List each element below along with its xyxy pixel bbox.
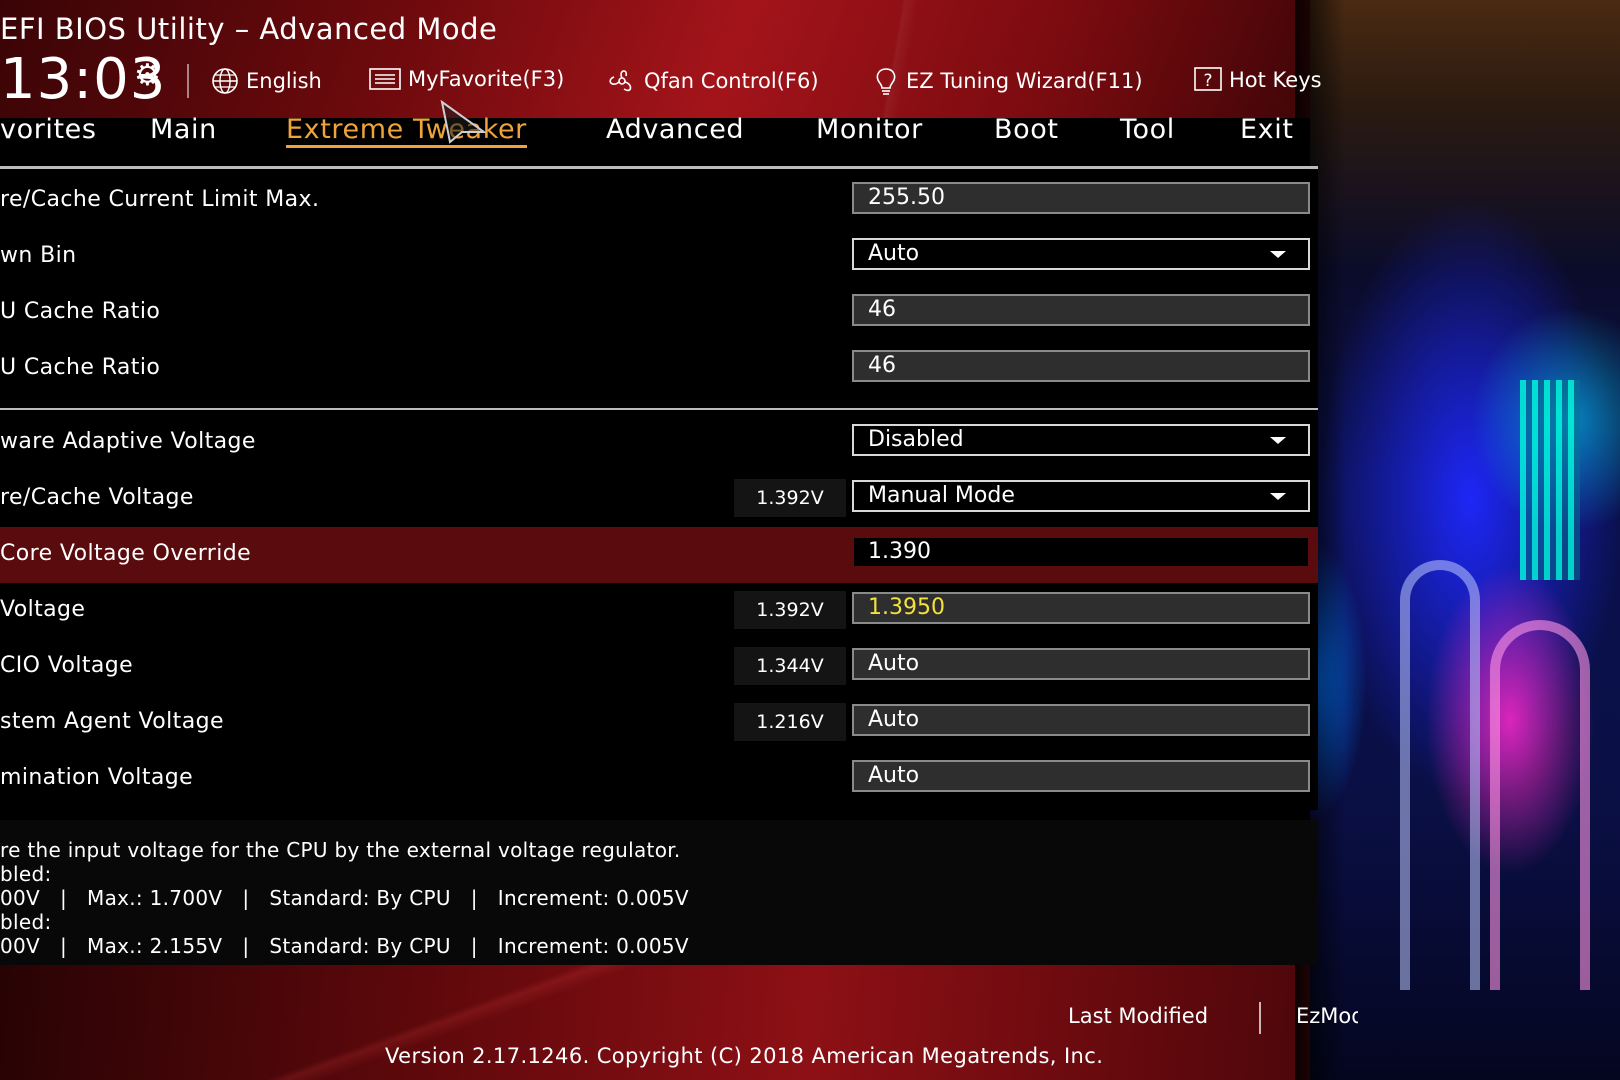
setting-row[interactable]: Voltage 1.392V 1.3950 bbox=[0, 583, 1318, 639]
footer-divider bbox=[1259, 1002, 1261, 1034]
lightbulb-icon bbox=[876, 68, 896, 95]
coolant-tube bbox=[1400, 560, 1480, 990]
setting-row[interactable]: U Cache Ratio 46 bbox=[0, 341, 1318, 397]
qfan-control-button[interactable]: Qfan Control(F6) bbox=[606, 66, 819, 96]
tab-main[interactable]: Main bbox=[150, 114, 217, 145]
setting-row[interactable]: CIO Voltage 1.344V Auto bbox=[0, 639, 1318, 695]
setting-value-field[interactable]: Auto bbox=[852, 704, 1310, 736]
ram-lighting bbox=[1520, 380, 1580, 580]
coolant-tube bbox=[1490, 620, 1590, 990]
setting-row[interactable]: U Cache Ratio 46 bbox=[0, 285, 1318, 341]
dropdown-value: Disabled bbox=[868, 427, 964, 452]
chevron-down-icon bbox=[1270, 251, 1286, 258]
setting-dropdown[interactable]: Manual Mode bbox=[852, 480, 1310, 512]
divider bbox=[187, 64, 189, 98]
globe-icon bbox=[212, 68, 238, 94]
app-title: EFI BIOS Utility – Advanced Mode bbox=[0, 12, 498, 46]
setting-dropdown[interactable]: Disabled bbox=[852, 424, 1310, 456]
voltage-reading: 1.216V bbox=[734, 703, 846, 741]
myfavorite-button[interactable]: MyFavorite(F3) bbox=[368, 66, 564, 92]
setting-value-field[interactable]: 46 bbox=[852, 350, 1310, 382]
dropdown-value: Manual Mode bbox=[868, 483, 1015, 508]
tab-tool[interactable]: Tool bbox=[1120, 114, 1175, 145]
tab-monitor[interactable]: Monitor bbox=[816, 114, 923, 145]
setting-label: U Cache Ratio bbox=[0, 299, 161, 324]
setting-value-field[interactable]: 255.50 bbox=[852, 182, 1310, 214]
fan-icon bbox=[609, 70, 632, 92]
help-text: bled: bbox=[0, 910, 52, 934]
myfavorite-label: MyFavorite(F3) bbox=[408, 67, 565, 91]
setting-label: stem Agent Voltage bbox=[0, 709, 224, 734]
chevron-down-icon bbox=[1270, 437, 1286, 444]
mouse-cursor-icon bbox=[440, 100, 486, 144]
setting-label: re/Cache Voltage bbox=[0, 485, 194, 510]
tabs-underline bbox=[0, 166, 1318, 169]
setting-row-selected[interactable]: Core Voltage Override 1.390 bbox=[0, 527, 1318, 583]
setting-value-field[interactable]: Auto bbox=[852, 760, 1310, 792]
setting-label: U Cache Ratio bbox=[0, 355, 161, 380]
language-button[interactable]: English bbox=[210, 66, 322, 96]
qfan-label: Qfan Control(F6) bbox=[644, 69, 819, 93]
ez-mode-button[interactable]: EzMode(F7) bbox=[1296, 1004, 1358, 1028]
help-text: re the input voltage for the CPU by the … bbox=[0, 838, 681, 862]
help-panel: re the input voltage for the CPU by the … bbox=[0, 820, 1318, 965]
ez-tuning-wizard-button[interactable]: EZ Tuning Wizard(F11) bbox=[872, 66, 1143, 96]
voltage-reading: 1.344V bbox=[734, 647, 846, 685]
setting-label: mination Voltage bbox=[0, 765, 194, 790]
tab-extreme-tweaker[interactable]: Extreme Tweaker bbox=[286, 114, 527, 148]
chevron-down-icon bbox=[1270, 493, 1286, 500]
setting-row[interactable]: stem Agent Voltage 1.216V Auto bbox=[0, 695, 1318, 751]
setting-value-field[interactable]: Auto bbox=[852, 648, 1310, 680]
last-modified-button[interactable]: Last Modified bbox=[1068, 1004, 1208, 1028]
setting-row[interactable]: re/Cache Current Limit Max. 255.50 bbox=[0, 173, 1318, 229]
setting-value-field[interactable]: 1.390 bbox=[852, 536, 1310, 568]
section-divider bbox=[0, 408, 1318, 410]
setting-label: re/Cache Current Limit Max. bbox=[0, 187, 320, 212]
language-label: English bbox=[246, 69, 322, 93]
setting-row[interactable]: ware Adaptive Voltage Disabled bbox=[0, 415, 1318, 471]
tab-exit[interactable]: Exit bbox=[1240, 114, 1294, 145]
setting-label: CIO Voltage bbox=[0, 653, 134, 678]
setting-label: ware Adaptive Voltage bbox=[0, 429, 256, 454]
ez-tuning-label: EZ Tuning Wizard(F11) bbox=[906, 69, 1143, 93]
svg-text:?: ? bbox=[1203, 71, 1212, 91]
version-text: Version 2.17.1246. Copyright (C) 2018 Am… bbox=[385, 1044, 1104, 1068]
help-text: 00V | Max.: 2.155V | Standard: By CPU | … bbox=[0, 934, 689, 958]
tab-favorites[interactable]: vorites bbox=[0, 114, 97, 145]
setting-row[interactable]: wn Bin Auto bbox=[0, 229, 1318, 285]
favorite-list-icon bbox=[369, 68, 401, 90]
gear-icon[interactable]: ⚙ bbox=[134, 58, 161, 93]
voltage-reading: 1.392V bbox=[734, 591, 846, 629]
voltage-reading: 1.392V bbox=[734, 479, 846, 517]
setting-label: wn Bin bbox=[0, 243, 77, 268]
tab-advanced[interactable]: Advanced bbox=[606, 114, 744, 145]
setting-row[interactable]: re/Cache Voltage 1.392V Manual Mode bbox=[0, 471, 1318, 527]
setting-value-field[interactable]: 1.3950 bbox=[852, 592, 1310, 624]
setting-label: Core Voltage Override bbox=[0, 541, 252, 566]
setting-value-field[interactable]: 46 bbox=[852, 294, 1310, 326]
setting-dropdown[interactable]: Auto bbox=[852, 238, 1310, 270]
setting-row[interactable]: mination Voltage Auto bbox=[0, 751, 1318, 807]
help-text: 00V | Max.: 1.700V | Standard: By CPU | … bbox=[0, 886, 689, 910]
dropdown-value: Auto bbox=[868, 241, 920, 266]
hot-keys-label: Hot Keys bbox=[1229, 68, 1322, 92]
hot-keys-button[interactable]: ? Hot Keys bbox=[1193, 66, 1322, 94]
setting-label: Voltage bbox=[0, 597, 86, 622]
help-text: bled: bbox=[0, 862, 52, 886]
tab-boot[interactable]: Boot bbox=[994, 114, 1059, 145]
question-icon: ? bbox=[1194, 67, 1222, 91]
